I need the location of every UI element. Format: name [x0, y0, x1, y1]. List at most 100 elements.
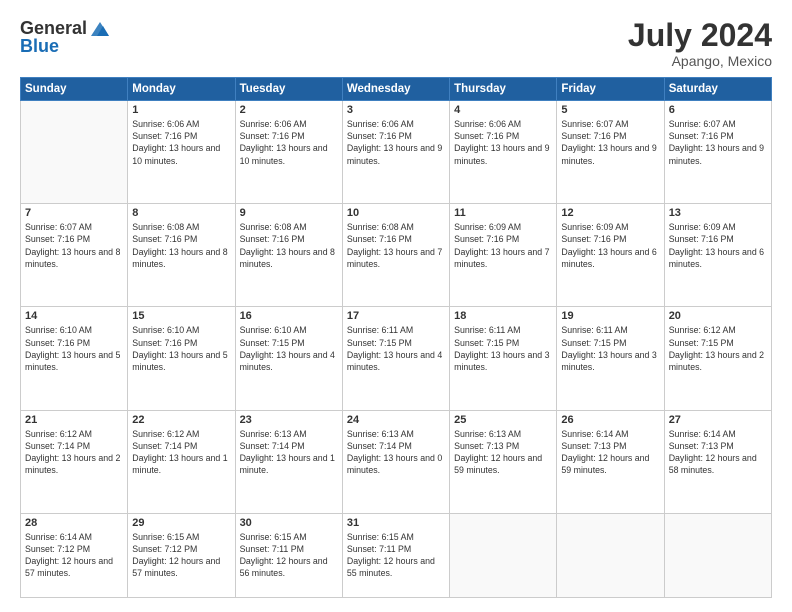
calendar-header-wednesday: Wednesday: [342, 78, 449, 101]
calendar-cell: [557, 513, 664, 597]
calendar-cell: 31Sunrise: 6:15 AM Sunset: 7:11 PM Dayli…: [342, 513, 449, 597]
calendar-cell: 28Sunrise: 6:14 AM Sunset: 7:12 PM Dayli…: [21, 513, 128, 597]
calendar-header-thursday: Thursday: [450, 78, 557, 101]
calendar-header-monday: Monday: [128, 78, 235, 101]
calendar-cell: 16 Sunrise: 6:10 AM Sunset: 7:15 PM Dayli…: [235, 307, 342, 410]
calendar-header-tuesday: Tuesday: [235, 78, 342, 101]
calendar-cell: 17 Sunrise: 6:11 AM Sunset: 7:15 PM Dayli…: [342, 307, 449, 410]
calendar-cell: 14 Sunrise: 6:10 AM Sunset: 7:16 PM Dayli…: [21, 307, 128, 410]
calendar-cell: 3 Sunrise: 6:06 AM Sunset: 7:16 PM Daylig…: [342, 101, 449, 204]
day-info: Sunrise: 6:13 AM Sunset: 7:13 PM Dayligh…: [454, 428, 552, 477]
location: Apango, Mexico: [628, 53, 772, 69]
calendar-week-row: 21 Sunrise: 6:12 AM Sunset: 7:14 PM Dayli…: [21, 410, 772, 513]
calendar-cell: 2 Sunrise: 6:06 AM Sunset: 7:16 PM Daylig…: [235, 101, 342, 204]
day-number: 23: [240, 414, 338, 426]
day-number: 19: [561, 310, 659, 322]
calendar-week-row: 1 Sunrise: 6:06 AM Sunset: 7:16 PM Daylig…: [21, 101, 772, 204]
calendar-week-row: 7 Sunrise: 6:07 AM Sunset: 7:16 PM Daylig…: [21, 204, 772, 307]
calendar-cell: 25Sunrise: 6:13 AM Sunset: 7:13 PM Dayli…: [450, 410, 557, 513]
day-number: 12: [561, 207, 659, 219]
day-info: Sunrise: 6:08 AM Sunset: 7:16 PM Dayligh…: [240, 221, 338, 270]
calendar-week-row: 14 Sunrise: 6:10 AM Sunset: 7:16 PM Dayli…: [21, 307, 772, 410]
logo: General Blue: [20, 18, 111, 57]
day-info: Sunrise: 6:11 AM Sunset: 7:15 PM Dayligh…: [347, 324, 445, 373]
day-number: 8: [132, 207, 230, 219]
day-number: 26: [561, 414, 659, 426]
day-number: 10: [347, 207, 445, 219]
day-info: Sunrise: 6:15 AM Sunset: 7:11 PM Dayligh…: [240, 531, 338, 580]
calendar-cell: 11 Sunrise: 6:09 AM Sunset: 7:16 PM Dayli…: [450, 204, 557, 307]
calendar-cell: 30 Sunrise: 6:15 AM Sunset: 7:11 PM Dayli…: [235, 513, 342, 597]
day-number: 16: [240, 310, 338, 322]
day-number: 17: [347, 310, 445, 322]
day-info: Sunrise: 6:13 AM Sunset: 7:14 PM Dayligh…: [240, 428, 338, 477]
title-block: July 2024 Apango, Mexico: [628, 18, 772, 69]
day-number: 3: [347, 104, 445, 116]
day-number: 22: [132, 414, 230, 426]
day-number: 29: [132, 517, 230, 529]
day-info: Sunrise: 6:10 AM Sunset: 7:16 PM Dayligh…: [25, 324, 123, 373]
day-info: Sunrise: 6:12 AM Sunset: 7:14 PM Dayligh…: [25, 428, 123, 477]
day-info: Sunrise: 6:15 AM Sunset: 7:11 PM Dayligh…: [347, 531, 445, 580]
calendar-cell: 10 Sunrise: 6:08 AM Sunset: 7:16 PM Dayli…: [342, 204, 449, 307]
day-number: 18: [454, 310, 552, 322]
day-info: Sunrise: 6:10 AM Sunset: 7:15 PM Dayligh…: [240, 324, 338, 373]
calendar-cell: 29Sunrise: 6:15 AM Sunset: 7:12 PM Dayli…: [128, 513, 235, 597]
day-info: Sunrise: 6:11 AM Sunset: 7:15 PM Dayligh…: [454, 324, 552, 373]
day-number: 27: [669, 414, 767, 426]
day-info: Sunrise: 6:06 AM Sunset: 7:16 PM Dayligh…: [454, 118, 552, 167]
calendar-cell: 26 Sunrise: 6:14 AM Sunset: 7:13 PM Dayli…: [557, 410, 664, 513]
calendar-cell: 20 Sunrise: 6:12 AM Sunset: 7:15 PM Dayli…: [664, 307, 771, 410]
day-info: Sunrise: 6:08 AM Sunset: 7:16 PM Dayligh…: [132, 221, 230, 270]
day-info: Sunrise: 6:11 AM Sunset: 7:15 PM Dayligh…: [561, 324, 659, 373]
calendar-cell: 24Sunrise: 6:13 AM Sunset: 7:14 PM Dayli…: [342, 410, 449, 513]
calendar-header-row: SundayMondayTuesdayWednesdayThursdayFrid…: [21, 78, 772, 101]
calendar-cell: 13 Sunrise: 6:09 AM Sunset: 7:16 PM Dayli…: [664, 204, 771, 307]
day-info: Sunrise: 6:06 AM Sunset: 7:16 PM Dayligh…: [240, 118, 338, 167]
header: General Blue July 2024 Apango, Mexico: [20, 18, 772, 69]
calendar-header-friday: Friday: [557, 78, 664, 101]
day-number: 1: [132, 104, 230, 116]
calendar-cell: 21 Sunrise: 6:12 AM Sunset: 7:14 PM Dayli…: [21, 410, 128, 513]
day-info: Sunrise: 6:06 AM Sunset: 7:16 PM Dayligh…: [347, 118, 445, 167]
day-info: Sunrise: 6:08 AM Sunset: 7:16 PM Dayligh…: [347, 221, 445, 270]
logo-blue: Blue: [20, 37, 111, 57]
calendar-cell: [21, 101, 128, 204]
calendar-header-saturday: Saturday: [664, 78, 771, 101]
day-number: 5: [561, 104, 659, 116]
day-number: 20: [669, 310, 767, 322]
day-number: 7: [25, 207, 123, 219]
day-info: Sunrise: 6:09 AM Sunset: 7:16 PM Dayligh…: [669, 221, 767, 270]
day-number: 14: [25, 310, 123, 322]
day-info: Sunrise: 6:06 AM Sunset: 7:16 PM Dayligh…: [132, 118, 230, 167]
calendar-cell: 5 Sunrise: 6:07 AM Sunset: 7:16 PM Daylig…: [557, 101, 664, 204]
day-number: 24: [347, 414, 445, 426]
day-number: 2: [240, 104, 338, 116]
day-info: Sunrise: 6:07 AM Sunset: 7:16 PM Dayligh…: [25, 221, 123, 270]
calendar-cell: [664, 513, 771, 597]
calendar-cell: 15Sunrise: 6:10 AM Sunset: 7:16 PM Dayli…: [128, 307, 235, 410]
day-info: Sunrise: 6:07 AM Sunset: 7:16 PM Dayligh…: [561, 118, 659, 167]
day-info: Sunrise: 6:09 AM Sunset: 7:16 PM Dayligh…: [454, 221, 552, 270]
day-number: 4: [454, 104, 552, 116]
day-number: 30: [240, 517, 338, 529]
calendar-cell: [450, 513, 557, 597]
day-number: 21: [25, 414, 123, 426]
calendar-header-sunday: Sunday: [21, 78, 128, 101]
calendar-cell: 9Sunrise: 6:08 AM Sunset: 7:16 PM Daylig…: [235, 204, 342, 307]
day-number: 15: [132, 310, 230, 322]
day-info: Sunrise: 6:14 AM Sunset: 7:13 PM Dayligh…: [669, 428, 767, 477]
calendar-table: SundayMondayTuesdayWednesdayThursdayFrid…: [20, 77, 772, 598]
page: General Blue July 2024 Apango, Mexico Su…: [0, 0, 792, 612]
calendar-cell: 18 Sunrise: 6:11 AM Sunset: 7:15 PM Dayli…: [450, 307, 557, 410]
calendar-cell: 6Sunrise: 6:07 AM Sunset: 7:16 PM Daylig…: [664, 101, 771, 204]
day-number: 11: [454, 207, 552, 219]
day-info: Sunrise: 6:12 AM Sunset: 7:15 PM Dayligh…: [669, 324, 767, 373]
month-title: July 2024: [628, 18, 772, 53]
day-number: 6: [669, 104, 767, 116]
calendar-week-row: 28Sunrise: 6:14 AM Sunset: 7:12 PM Dayli…: [21, 513, 772, 597]
calendar-cell: 27 Sunrise: 6:14 AM Sunset: 7:13 PM Dayli…: [664, 410, 771, 513]
day-number: 13: [669, 207, 767, 219]
calendar-cell: 7 Sunrise: 6:07 AM Sunset: 7:16 PM Daylig…: [21, 204, 128, 307]
day-info: Sunrise: 6:14 AM Sunset: 7:13 PM Dayligh…: [561, 428, 659, 477]
